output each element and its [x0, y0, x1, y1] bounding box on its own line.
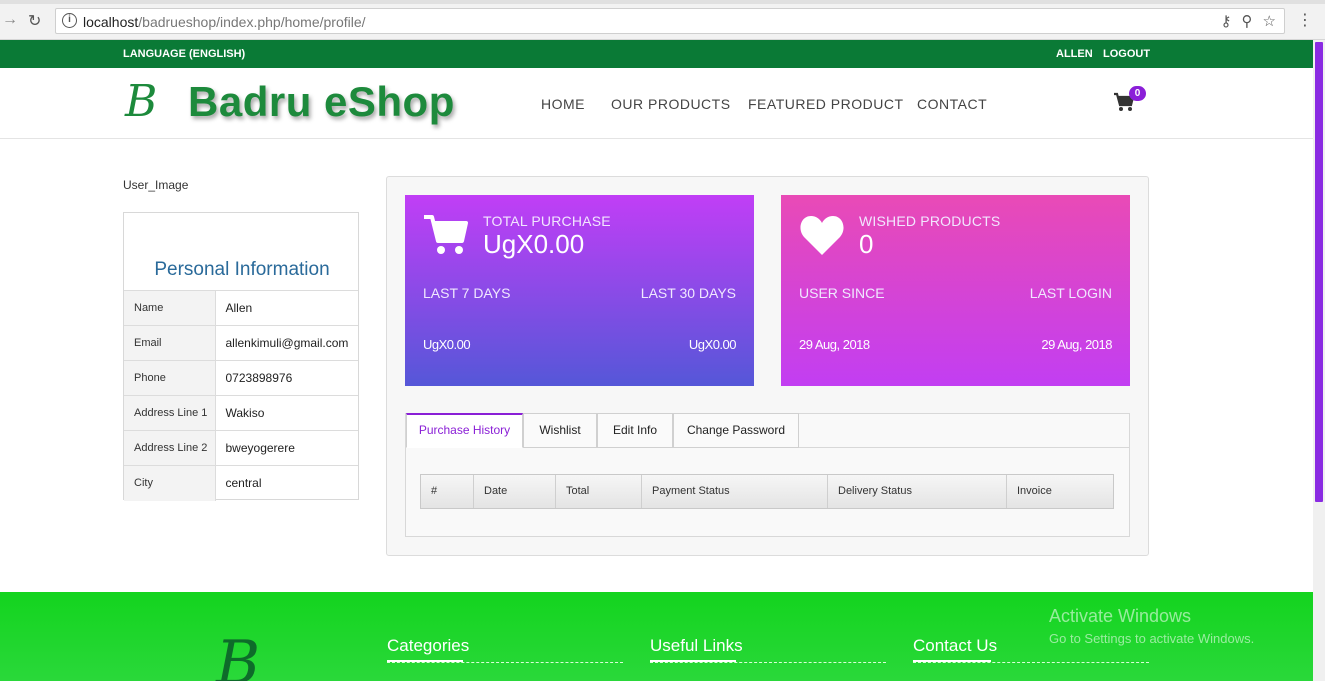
- address-bar[interactable]: i localhost/badrueshop/index.php/home/pr…: [55, 8, 1285, 34]
- personal-info-table: Name Allen Email allenkimuli@gmail.com Pho…: [124, 290, 358, 501]
- zoom-icon[interactable]: ⚲: [1242, 12, 1253, 30]
- heart-icon: [800, 216, 844, 255]
- last-7-days-label: LAST 7 DAYS: [423, 285, 511, 301]
- info-key: Address Line 1: [124, 395, 216, 431]
- info-row-email: Email allenkimuli@gmail.com: [124, 325, 358, 361]
- info-row-address-2: Address Line 2 bweyogerere: [124, 430, 358, 466]
- nav-home[interactable]: HOME: [541, 96, 585, 112]
- info-value: Wakiso: [215, 395, 358, 431]
- nav-contact[interactable]: CONTACT: [917, 96, 987, 112]
- site-footer: B Categories Useful Links Contact Us Act…: [0, 592, 1313, 681]
- wished-products-count: 0: [859, 229, 874, 259]
- info-value: bweyogerere: [215, 430, 358, 466]
- personal-info-card: Personal Information Name Allen Email alle…: [123, 212, 359, 501]
- info-key: Address Line 2: [124, 430, 216, 466]
- last-login-value: 29 Aug, 2018: [1041, 337, 1112, 352]
- last-30-days-value: UgX0.00: [688, 337, 737, 352]
- dashboard-panel: TOTAL PURCHASE UgX0.00 LAST 7 DAYS LAST …: [386, 176, 1149, 556]
- last-30-days-label: LAST 30 DAYS: [640, 285, 736, 301]
- cart-count-badge[interactable]: 0: [1129, 86, 1146, 101]
- tab-purchase-history[interactable]: Purchase History: [406, 413, 523, 448]
- page: LANGUAGE (ENGLISH) ALLEN LOGOUT B Badru …: [0, 40, 1313, 681]
- info-row-address-1: Address Line 1 Wakiso: [124, 395, 358, 431]
- info-row-city: City central: [124, 465, 358, 501]
- total-purchase-label: TOTAL PURCHASE: [483, 213, 611, 229]
- column-header: Date: [474, 475, 556, 508]
- url-host: localhost: [83, 14, 139, 30]
- column-header: #: [421, 475, 474, 508]
- tab-edit-info[interactable]: Edit Info: [597, 413, 673, 448]
- reload-icon[interactable]: ↻: [28, 11, 41, 31]
- orders-table-header: # Date Total Payment Status Delivery Sta…: [420, 474, 1114, 509]
- site-header: B Badru eShop HOME OUR PRODUCTS FEATURED…: [0, 68, 1313, 139]
- info-value: allenkimuli@gmail.com: [215, 325, 358, 361]
- forward-icon[interactable]: →: [2, 11, 18, 29]
- tab-change-password[interactable]: Change Password: [673, 413, 799, 448]
- omnibox-icons: ⚷ ⚲ ☆: [1221, 12, 1276, 30]
- browser-chrome: → ↻ i localhost/badrueshop/index.php/hom…: [0, 0, 1325, 40]
- browser-menu-icon[interactable]: ⋮: [1297, 10, 1313, 30]
- url-text: localhost/badrueshop/index.php/home/prof…: [83, 14, 366, 30]
- profile-tabs: Purchase History Wishlist Edit Info Chan…: [405, 413, 1130, 537]
- footer-heading-contact-us: Contact Us: [913, 636, 998, 655]
- personal-info-title: Personal Information: [154, 259, 330, 280]
- user-link[interactable]: ALLEN: [1056, 48, 1093, 60]
- footer-heading-useful-links: Useful Links: [650, 636, 743, 655]
- key-icon[interactable]: ⚷: [1221, 12, 1232, 30]
- info-key: Email: [124, 325, 216, 361]
- column-header: Invoice: [1017, 485, 1052, 497]
- language-selector[interactable]: LANGUAGE (ENGLISH): [123, 48, 245, 60]
- footer-divider: [913, 662, 1149, 663]
- info-value: 0723898976: [215, 360, 358, 396]
- user-since-label: USER SINCE: [799, 285, 885, 301]
- info-row-phone: Phone 0723898976: [124, 360, 358, 396]
- user-image: User_Image: [123, 178, 189, 192]
- footer-heading-categories: Categories: [387, 636, 470, 655]
- footer-divider: [650, 662, 886, 663]
- logo-mark[interactable]: B: [125, 76, 157, 127]
- url-path: /badrueshop/index.php/home/profile/: [138, 14, 366, 30]
- last-7-days-value: UgX0.00: [423, 337, 471, 352]
- info-key: City: [124, 465, 216, 501]
- scrollbar-thumb[interactable]: [1315, 42, 1323, 502]
- footer-divider: [387, 662, 623, 663]
- user-since-value: 29 Aug, 2018: [799, 337, 870, 352]
- info-value: central: [215, 465, 358, 501]
- nav-our-products[interactable]: OUR PRODUCTS: [611, 96, 731, 112]
- info-key: Phone: [124, 360, 216, 396]
- cart-icon: [424, 215, 468, 254]
- nav-featured-product[interactable]: FEATURED PRODUCT: [748, 96, 904, 112]
- footer-logo: B: [216, 628, 261, 681]
- wished-products-card: WISHED PRODUCTS 0 USER SINCE LAST LOGIN …: [781, 195, 1130, 386]
- column-header: Total: [556, 475, 642, 508]
- logout-link[interactable]: LOGOUT: [1103, 48, 1150, 60]
- wished-products-label: WISHED PRODUCTS: [859, 213, 1001, 229]
- info-key: Name: [124, 290, 216, 326]
- total-purchase-card: TOTAL PURCHASE UgX0.00 LAST 7 DAYS LAST …: [405, 195, 754, 386]
- top-bar: LANGUAGE (ENGLISH) ALLEN LOGOUT: [0, 40, 1313, 68]
- tab-strip: [0, 0, 1325, 4]
- column-header: Payment Status: [642, 475, 828, 508]
- page-scrollbar[interactable]: [1313, 40, 1325, 681]
- info-value: Allen: [215, 290, 358, 326]
- info-row-name: Name Allen: [124, 290, 358, 326]
- star-icon[interactable]: ☆: [1263, 12, 1276, 30]
- tab-wishlist[interactable]: Wishlist: [523, 413, 597, 448]
- windows-activation-subtitle: Go to Settings to activate Windows.: [1049, 631, 1255, 646]
- last-login-label: LAST LOGIN: [1029, 285, 1112, 301]
- column-header: Delivery Status: [828, 475, 1007, 508]
- info-icon[interactable]: i: [62, 13, 77, 28]
- windows-activation-title: Activate Windows: [1049, 606, 1192, 626]
- logo-text[interactable]: Badru eShop: [188, 78, 455, 126]
- total-purchase-amount: UgX0.00: [483, 229, 585, 259]
